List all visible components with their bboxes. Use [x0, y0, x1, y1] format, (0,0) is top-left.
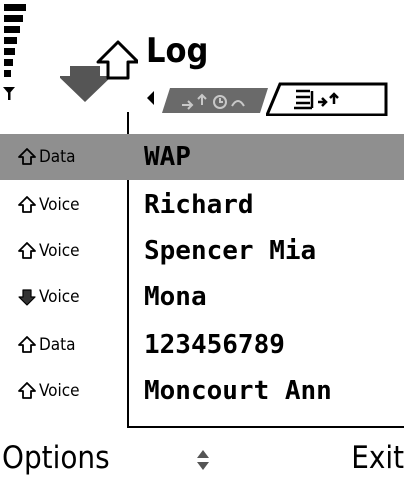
log-entry-row[interactable]: Voice Spencer Mia: [0, 228, 404, 274]
list-bottom-border: [127, 426, 404, 428]
call-type-label: Voice: [39, 381, 80, 401]
outgoing-arrow-icon: [18, 148, 36, 165]
log-entry-row[interactable]: Voice Moncourt Ann: [0, 368, 404, 414]
log-entry-row[interactable]: Voice Richard: [0, 182, 404, 228]
scroll-up-down-icon: [197, 450, 209, 470]
call-type-label: Voice: [39, 287, 80, 307]
outgoing-arrow-icon: [18, 242, 36, 259]
event-log-tab[interactable]: [266, 82, 388, 116]
call-timers-tab[interactable]: [160, 86, 270, 114]
contact-name: Spencer Mia: [144, 236, 317, 266]
signal-strength-icon: [4, 4, 28, 86]
column-divider-top: [127, 112, 129, 134]
exit-softkey[interactable]: Exit: [351, 438, 404, 478]
page-title: Log: [146, 31, 209, 71]
contact-name: 123456789: [144, 330, 285, 360]
softkey-bar: Options Exit: [0, 436, 404, 480]
log-arrows-icon: [60, 40, 138, 102]
call-type-label: Data: [39, 335, 76, 355]
call-type-label: Data: [39, 147, 76, 167]
call-type-label: Voice: [39, 195, 80, 215]
contact-name: Richard: [144, 190, 254, 220]
contact-name: Moncourt Ann: [144, 376, 332, 406]
contact-name: Mona: [144, 282, 207, 312]
incoming-arrow-icon: [18, 289, 36, 306]
contact-name: WAP: [144, 142, 191, 172]
antenna-icon: [3, 87, 15, 100]
tab-left-arrow-icon[interactable]: [146, 90, 156, 106]
outgoing-arrow-icon: [18, 196, 36, 213]
outgoing-arrow-icon: [18, 382, 36, 399]
log-entry-row[interactable]: Data WAP: [0, 134, 404, 180]
call-type-label: Voice: [39, 241, 80, 261]
log-entry-row[interactable]: Voice Mona: [0, 274, 404, 320]
log-entry-row[interactable]: Data 123456789: [0, 322, 404, 368]
outgoing-arrow-icon: [18, 336, 36, 353]
options-softkey[interactable]: Options: [2, 438, 110, 478]
